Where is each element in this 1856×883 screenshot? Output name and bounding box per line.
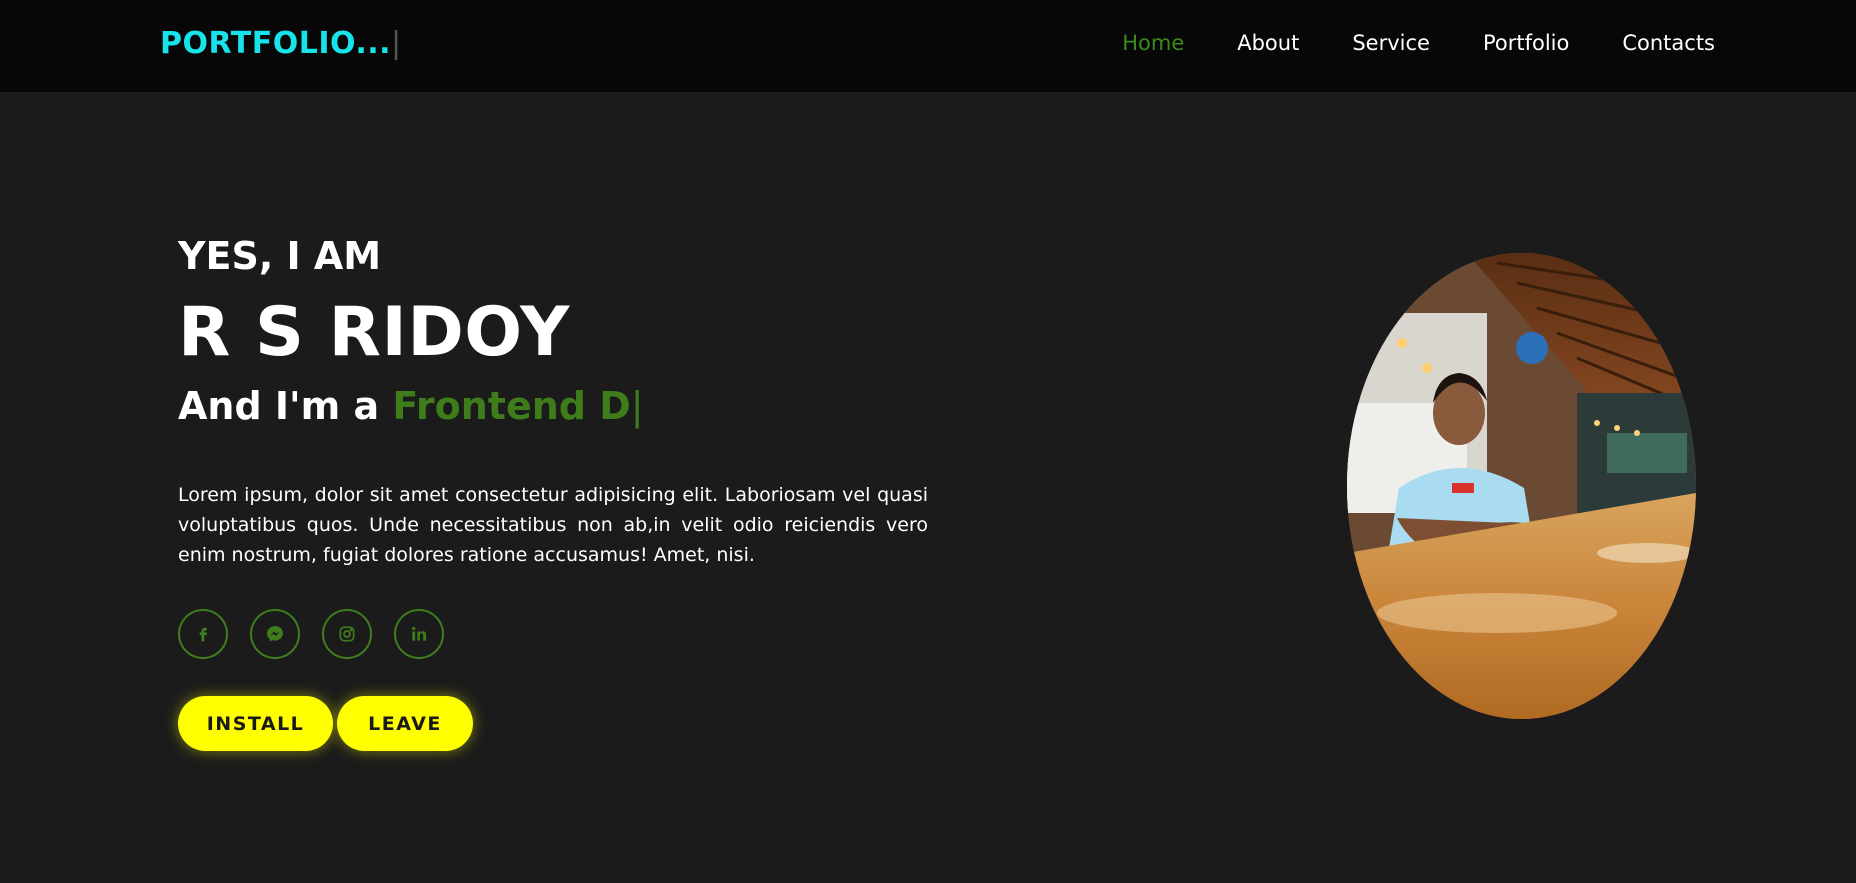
instagram-link[interactable]	[322, 609, 372, 659]
role-cursor: |	[630, 384, 644, 428]
nav-menu: Home About Service Portfolio Contacts	[1122, 28, 1715, 58]
profile-photo	[1347, 253, 1696, 719]
messenger-link[interactable]	[250, 609, 300, 659]
role-typed-text: Frontend D	[392, 384, 631, 428]
site-logo[interactable]: PORTFOLIO...|	[160, 24, 402, 64]
nav-link-service[interactable]: Service	[1352, 28, 1430, 58]
hero-bio: Lorem ipsum, dolor sit amet consectetur …	[178, 484, 928, 566]
nav-link-about[interactable]: About	[1237, 28, 1299, 58]
facebook-link[interactable]	[178, 609, 228, 659]
install-button[interactable]: INSTALL	[178, 696, 333, 751]
logo-text: PORTFOLIO...	[160, 26, 392, 61]
profile-photo-illustration	[1347, 253, 1696, 719]
hero-buttons: INSTALL LEAVE	[178, 696, 473, 751]
hero-name: R S RIDOY	[178, 293, 570, 372]
nav-link-contacts[interactable]: Contacts	[1622, 28, 1715, 58]
instagram-icon	[339, 626, 355, 642]
social-links	[178, 609, 444, 659]
hero-greeting: YES, I AM	[178, 234, 382, 278]
linkedin-icon	[412, 626, 427, 641]
hero-role: And I'm a Frontend D|	[178, 378, 928, 434]
leave-button[interactable]: LEAVE	[337, 696, 473, 751]
nav-link-portfolio[interactable]: Portfolio	[1483, 28, 1569, 58]
facebook-icon	[199, 627, 207, 642]
messenger-icon	[267, 626, 283, 642]
nav-link-home[interactable]: Home	[1122, 28, 1184, 58]
linkedin-link[interactable]	[394, 609, 444, 659]
hero-intro: YES, I AM R S RIDOY And I'm a Frontend D…	[178, 230, 928, 434]
navbar: PORTFOLIO...| Home About Service Portfol…	[0, 0, 1856, 92]
logo-caret: |	[391, 26, 402, 61]
role-prefix: And I'm a	[178, 384, 393, 428]
